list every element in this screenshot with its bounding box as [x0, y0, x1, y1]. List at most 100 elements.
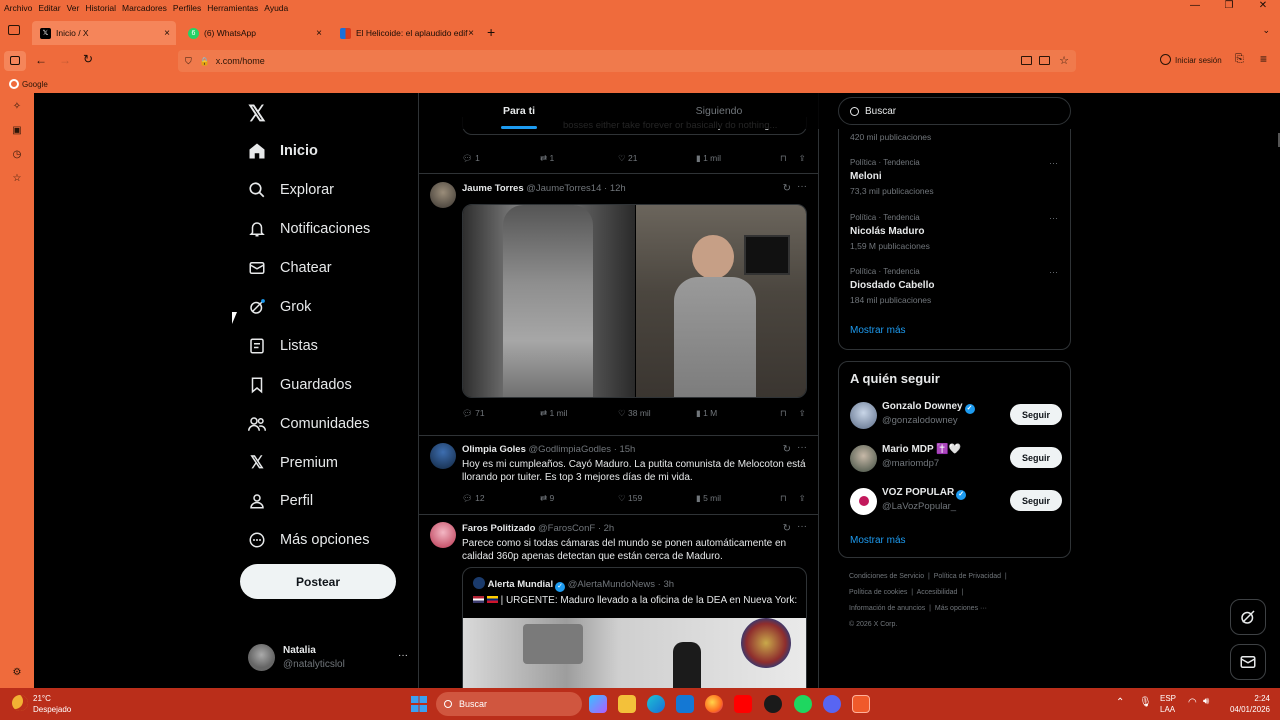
tweet[interactable]: Faros Politizado @FarosConF · 2h ↻ ··· P… — [419, 515, 819, 688]
taskbar-search[interactable]: Buscar — [436, 692, 582, 716]
start-windows-icon[interactable] — [411, 696, 427, 712]
weather-temp[interactable]: 21°C — [33, 694, 51, 704]
reply-button[interactable]: 💬︎ 71 — [462, 408, 540, 419]
nav-notifications[interactable]: Notificaciones — [246, 214, 370, 244]
share-icon[interactable]: ⇪ — [799, 493, 806, 504]
more-dots-icon[interactable]: ··· — [797, 442, 807, 453]
share-icon[interactable]: ⇪ — [799, 408, 806, 419]
footer-link[interactable]: Información de anuncios — [849, 605, 925, 612]
avatar[interactable] — [430, 443, 456, 469]
account-icon[interactable] — [1160, 54, 1171, 65]
trend-item[interactable]: Política · Tendencia Nicolás Maduro 1,59… — [850, 213, 1062, 251]
tab-whatsapp[interactable]: 6 (6) WhatsApp × — [180, 21, 328, 45]
follow-handle[interactable]: @gonzalodowney — [882, 415, 958, 426]
like-button[interactable]: ♡ 21 — [618, 153, 696, 164]
clock-time[interactable]: 2:24 — [1230, 694, 1270, 704]
reload-icon[interactable]: ↻ — [83, 52, 93, 66]
grok-refresh-icon[interactable]: ↻ — [783, 444, 791, 455]
menu-herramientas[interactable]: Herramientas — [204, 3, 261, 13]
nav-premium[interactable]: 𝕏 Premium — [246, 448, 338, 478]
reply-button[interactable]: 💬︎ 12 — [462, 493, 540, 504]
sidebar-toggle-icon[interactable] — [4, 51, 26, 71]
follow-suggestion[interactable]: Mario MDP ✝️🤍 @mariomdp7 Seguir — [850, 444, 1062, 474]
author-handle[interactable]: @FarosConF — [538, 523, 595, 534]
menu-archivo[interactable]: Archivo — [0, 3, 35, 13]
more-dots-icon[interactable]: ··· — [1049, 267, 1058, 277]
avatar[interactable] — [850, 488, 877, 515]
author-name[interactable]: Olimpia Goles — [462, 444, 526, 455]
wifi-icon[interactable]: ◠ — [1188, 697, 1197, 708]
tweet-time[interactable]: · 2h — [598, 523, 614, 534]
tray-chevron-icon[interactable]: ⌃ — [1116, 697, 1124, 708]
repost-button[interactable]: ⇄ 1 — [540, 153, 618, 164]
views-button[interactable]: ▮ 1 mil — [696, 153, 774, 164]
tab-siguiendo[interactable]: Siguiendo — [619, 93, 819, 129]
x-logo-icon[interactable]: 𝕏 — [248, 101, 266, 127]
more-dots-icon[interactable]: ··· — [1049, 158, 1058, 168]
tweet-time[interactable]: · 15h — [614, 444, 636, 455]
tab-helicoide[interactable]: El Helicoide: el aplaudido edific × — [332, 21, 480, 45]
menu-ver[interactable]: Ver — [64, 3, 83, 13]
active-browser-icon[interactable] — [852, 695, 870, 713]
avatar[interactable] — [430, 182, 456, 208]
more-dots-icon[interactable]: ··· — [797, 181, 807, 192]
more-dots-icon[interactable]: ··· — [797, 521, 807, 532]
more-dots-icon[interactable]: ··· — [1049, 213, 1058, 223]
extensions-icon[interactable]: ⎘ — [1235, 53, 1244, 66]
edge-icon[interactable] — [647, 695, 665, 713]
show-more-follows[interactable]: Mostrar más — [850, 535, 906, 546]
menu-perfiles[interactable]: Perfiles — [170, 3, 204, 13]
bookmark-icon[interactable]: ⊓ — [780, 153, 787, 164]
views-button[interactable]: ▮ 5 mil — [696, 493, 774, 504]
footer-link[interactable]: Más opciones ··· — [935, 605, 987, 612]
follow-name[interactable]: Mario MDP ✝️🤍 — [882, 444, 961, 455]
bookmark-icon[interactable]: ⊓ — [780, 408, 787, 419]
tab-inicio[interactable]: 𝕏 Inicio / X × — [32, 21, 176, 45]
spotify-icon[interactable] — [794, 695, 812, 713]
outlook-icon[interactable] — [676, 695, 694, 713]
nav-explore[interactable]: Explorar — [246, 175, 334, 205]
avatar[interactable] — [850, 445, 877, 472]
messages-fab[interactable] — [1230, 644, 1266, 680]
reader-icon[interactable] — [1039, 56, 1050, 65]
post-button[interactable]: Postear — [240, 564, 396, 599]
trend-item[interactable]: Política · Tendencia Meloni 73,3 mil pub… — [850, 158, 1062, 196]
grok-refresh-icon[interactable]: ↻ — [783, 183, 791, 194]
address-bar[interactable]: ⛉ 🔒 x.com/home ☆ — [178, 50, 1076, 72]
nav-more[interactable]: Más opciones — [246, 525, 369, 555]
picture-in-picture-icon[interactable] — [1021, 56, 1032, 65]
forward-icon[interactable]: → — [59, 53, 71, 67]
nav-chat[interactable]: Chatear — [246, 253, 332, 283]
menu-historial[interactable]: Historial — [82, 3, 119, 13]
repost-button[interactable]: ⇄ 1 mil — [540, 408, 618, 419]
avatar[interactable] — [430, 522, 456, 548]
synced-tabs-icon[interactable]: ▣ — [11, 125, 23, 137]
follow-handle[interactable]: @mariomdp7 — [882, 458, 939, 469]
shield-icon[interactable]: ⛉ — [185, 56, 192, 67]
nav-lists[interactable]: Listas — [246, 331, 318, 361]
minimize-icon[interactable]: — — [1178, 0, 1212, 11]
back-icon[interactable]: ← — [35, 53, 47, 67]
follow-suggestion[interactable]: Gonzalo Downey ✓ @gonzalodowney Seguir — [850, 401, 1062, 431]
bookmark-google[interactable]: Google — [22, 80, 48, 89]
account-switcher[interactable]: Natalia @natalyticslol ··· — [248, 643, 408, 673]
star-icon[interactable]: ☆ — [1059, 54, 1069, 67]
footer-link[interactable]: Condiciones de Servicio — [849, 573, 924, 580]
footer-link[interactable]: Política de cookies — [849, 589, 907, 596]
weather-moon-icon[interactable] — [12, 695, 28, 711]
menu-ayuda[interactable]: Ayuda — [261, 3, 291, 13]
nav-profile[interactable]: Perfil — [246, 486, 313, 516]
tab-close-icon[interactable]: × — [164, 28, 170, 39]
quoted-tweet[interactable]: Alerta Mundial ✓ @AlertaMundoNews · 3h | … — [462, 567, 807, 688]
avatar[interactable] — [850, 402, 877, 429]
nav-bookmarks[interactable]: Guardados — [246, 370, 352, 400]
follow-name[interactable]: VOZ POPULAR ✓ — [882, 487, 967, 500]
author-handle[interactable]: @JaumeTorres14 — [526, 183, 601, 194]
tab-overview-icon[interactable] — [8, 25, 20, 35]
volume-icon[interactable]: 🔊︎ — [1203, 696, 1209, 707]
tweet-media[interactable] — [462, 204, 807, 398]
file-explorer-icon[interactable] — [618, 695, 636, 713]
show-more-trends[interactable]: Mostrar más — [850, 325, 906, 336]
like-button[interactable]: ♡ 38 mil — [618, 408, 696, 419]
bookmarks-icon[interactable]: ☆ — [11, 173, 23, 185]
